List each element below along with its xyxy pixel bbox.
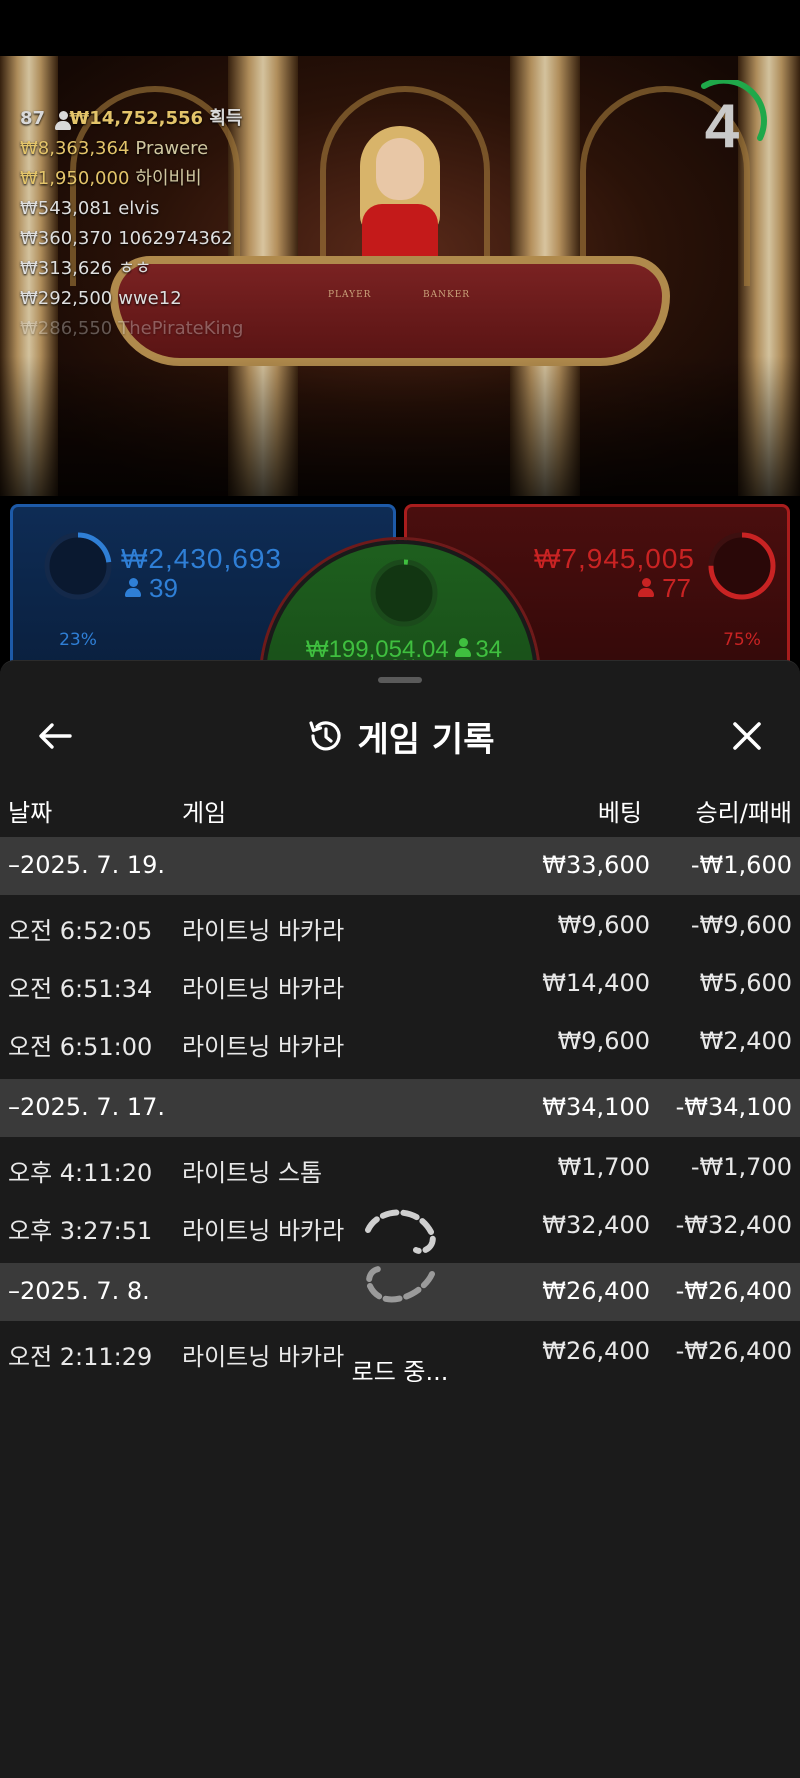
countdown-value: 4	[704, 91, 740, 161]
tie-percent-ring: 2%	[369, 558, 439, 677]
date-group-row[interactable]: –2025. 7. 19. ₩33,600 -₩1,600	[0, 837, 800, 895]
player-bettor-count: 39	[125, 573, 178, 604]
history-table-header: 날짜 게임 베팅 승리/패배	[0, 781, 800, 835]
history-row[interactable]: 오전 6:51:34 라이트닝 바카라 ₩14,400 ₩5,600	[0, 955, 800, 1013]
banker-percent-ring: 75%	[707, 531, 777, 650]
winner-row: ₩543,081 elvis	[20, 198, 160, 219]
leaderboard-summary: 87 ₩14,752,556 획득	[20, 104, 243, 134]
history-row[interactable]: 오전 6:51:00 라이트닝 바카라 ₩9,600 ₩2,400	[0, 1013, 800, 1071]
tie-bettor-count: 34	[475, 636, 503, 663]
total-won-label: 획득	[209, 108, 243, 129]
banker-bet-amount: ₩7,945,005	[534, 543, 695, 574]
close-icon	[733, 722, 761, 750]
history-row[interactable]: 오전 6:52:05 라이트닝 바카라 ₩9,600 -₩9,600	[0, 897, 800, 955]
winner-row: ₩292,500 wwe12	[20, 288, 182, 309]
person-icon	[55, 111, 72, 130]
person-icon	[125, 578, 141, 598]
date-group-row[interactable]: –2025. 7. 17. ₩34,100 -₩34,100	[0, 1079, 800, 1137]
sheet-header: 게임 기록	[0, 691, 800, 781]
person-icon	[638, 578, 655, 598]
history-icon	[308, 721, 341, 751]
status-bar	[0, 0, 800, 56]
winner-row: ₩360,370 1062974362	[20, 228, 233, 249]
video-fade	[0, 356, 800, 496]
winner-row: ₩1,950,000 하이비비	[20, 168, 202, 189]
bet-spots: 23% ₩2,430,693 39 75% ₩7,945,005 77 2% ₩…	[0, 500, 800, 816]
countdown-timer: 4	[676, 77, 768, 172]
felt-label-banker: BANKER	[423, 290, 471, 300]
close-button[interactable]	[722, 711, 772, 761]
player-count: 87	[20, 108, 46, 129]
winner-row: ₩286,550 ThePirateKing	[20, 318, 244, 339]
column-bet: 베팅	[597, 799, 642, 827]
column-win-loss: 승리/패배	[695, 799, 792, 827]
winner-row: ₩8,363,364 Prawere	[20, 138, 209, 159]
sheet-title: 게임 기록	[357, 719, 495, 760]
banker-bettor-count: 77	[638, 573, 691, 604]
player-bet-amount: ₩2,430,693	[121, 543, 282, 574]
column-date: 날짜	[8, 799, 53, 827]
person-icon	[455, 638, 472, 658]
sheet-title-group: 게임 기록	[0, 713, 800, 760]
player-percent-ring: 23%	[43, 531, 113, 650]
felt-label-player: PLAYER	[328, 290, 372, 300]
history-row[interactable]: 오후 4:11:20 라이트닝 스톰 ₩1,700 -₩1,700	[0, 1139, 800, 1197]
winners-leaderboard: 87 ₩14,752,556 획득 ₩8,363,364 Prawere ₩1,9…	[20, 104, 243, 344]
total-won-amount: ₩14,752,556	[69, 108, 204, 129]
winner-row: ₩313,626 ㅎㅎ	[20, 258, 152, 279]
drag-handle[interactable]	[378, 677, 422, 683]
dealer-face	[376, 138, 424, 200]
column-game: 게임	[182, 799, 227, 827]
loading-spinner-icon	[358, 1200, 442, 1320]
loading-text: 로드 중...	[351, 1358, 449, 1386]
